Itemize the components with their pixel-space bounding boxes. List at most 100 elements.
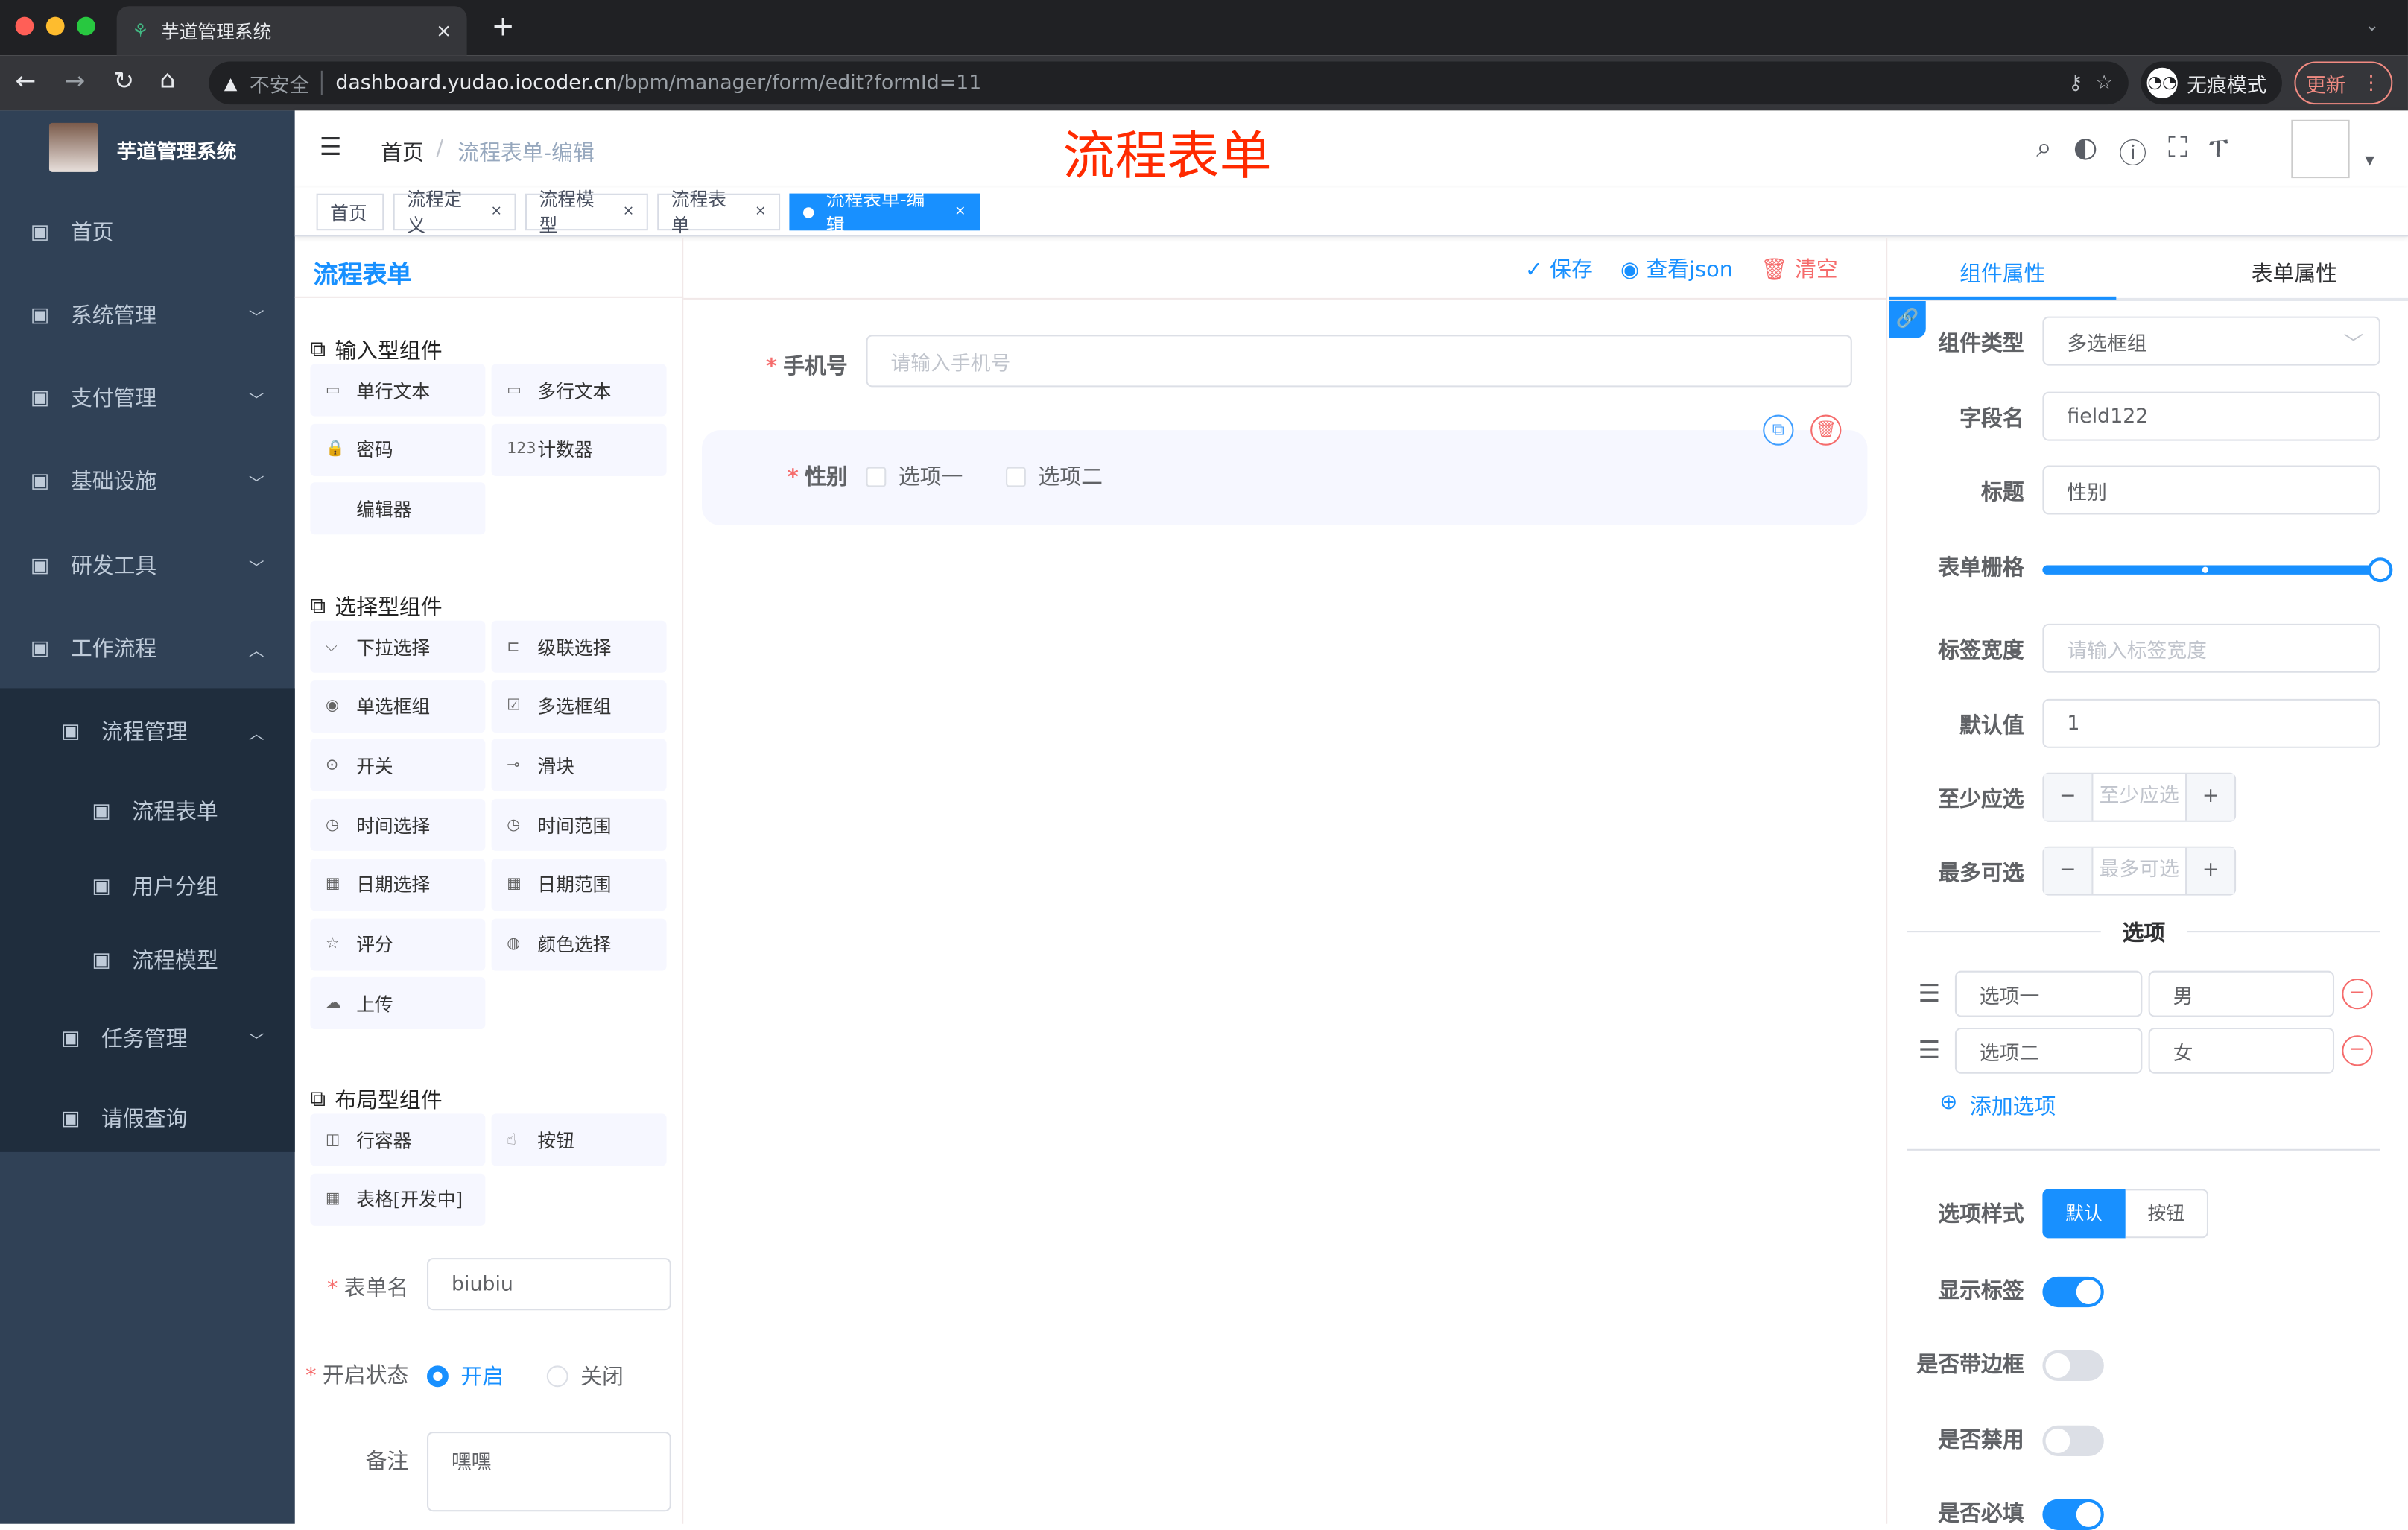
component-级联选择[interactable]: ⊏ 级联选择 — [491, 620, 667, 673]
component-多行文本[interactable]: ▭ 多行文本 — [491, 364, 667, 417]
address-bar[interactable]: ▲ 不安全 dashboard.yudao.iocoder.cn/bpm/man… — [209, 61, 2129, 105]
component-多选框组[interactable]: ☑ 多选框组 — [491, 680, 667, 733]
component-行容器[interactable]: ◫ 行容器 — [310, 1113, 486, 1166]
home-icon[interactable]: ⌂ — [159, 65, 175, 94]
max-stepper[interactable]: − 最多可选 + — [2042, 846, 2237, 896]
tag-3[interactable]: 流程表单 × — [657, 189, 781, 236]
component-颜色选择[interactable]: ◍ 颜色选择 — [491, 917, 667, 970]
sidebar-item-6[interactable]: ▣ 流程管理 ︿ — [0, 693, 295, 770]
status-radio-on[interactable]: 开启 — [427, 1361, 504, 1391]
option-checkbox-1[interactable]: 选项一 — [866, 461, 963, 491]
user-avatar[interactable] — [2291, 119, 2350, 179]
tab-component-props[interactable]: 组件属性 — [1959, 258, 2045, 288]
component-滑块[interactable]: ⊸ 滑块 — [491, 739, 667, 792]
slider-thumb[interactable] — [2368, 557, 2393, 583]
minus-icon[interactable]: − — [2044, 847, 2094, 894]
remove-option-icon[interactable]: − — [2342, 978, 2373, 1010]
sidebar-item-7[interactable]: ▣ 流程表单 — [0, 773, 295, 850]
update-button[interactable]: 更新 ⋮ — [2294, 61, 2393, 105]
search-icon[interactable]: ⌕ — [2036, 132, 2052, 172]
form-name-input[interactable]: biubiu — [427, 1258, 671, 1311]
incognito-badge[interactable]: ◔◔ 无痕模式 — [2141, 61, 2282, 105]
option-value-input[interactable]: 男 — [2148, 970, 2335, 1017]
remove-option-icon[interactable]: − — [2342, 1035, 2373, 1066]
maximize-window-button[interactable] — [77, 16, 95, 36]
close-icon[interactable]: × — [490, 204, 502, 220]
sidebar-item-0[interactable]: ▣ 首页 — [0, 194, 295, 271]
sidebar-item-5[interactable]: ▣ 工作流程 ︿ — [0, 610, 295, 686]
star-icon[interactable]: ☆ — [2095, 72, 2113, 95]
option-checkbox-2[interactable]: 选项二 — [1006, 461, 1103, 491]
style-default-button[interactable]: 默认 — [2042, 1189, 2126, 1239]
component-日期选择[interactable]: ▦ 日期选择 — [310, 858, 486, 911]
url[interactable]: dashboard.yudao.iocoder.cn/bpm/manager/f… — [335, 72, 981, 95]
option-value-input[interactable]: 女 — [2148, 1027, 2335, 1074]
tag-2[interactable]: 流程模型 × — [525, 189, 648, 236]
component-编辑器[interactable]: 编辑器 — [310, 483, 486, 536]
sidebar-item-2[interactable]: ▣ 支付管理 ﹀ — [0, 359, 295, 436]
style-button-button[interactable]: 按钮 — [2125, 1189, 2209, 1239]
component-密码[interactable]: 🔒 密码 — [310, 423, 486, 476]
component-时间范围[interactable]: ◷ 时间范围 — [491, 799, 667, 852]
browser-tab[interactable]: ⚘ 芋道管理系统 × — [116, 6, 467, 56]
sidebar-item-11[interactable]: ▣ 请假查询 — [0, 1080, 295, 1157]
close-icon[interactable]: × — [954, 204, 966, 220]
back-icon[interactable]: ← — [16, 66, 37, 95]
plus-icon[interactable]: + — [2185, 774, 2235, 821]
title-input[interactable]: 性别 — [2042, 465, 2380, 515]
component-单行文本[interactable]: ▭ 单行文本 — [310, 364, 486, 417]
hamburger-icon[interactable]: ☰ — [320, 132, 342, 161]
sidebar-item-4[interactable]: ▣ 研发工具 ﹀ — [0, 527, 295, 604]
phone-input[interactable]: 请输入手机号 — [866, 335, 1852, 388]
sidebar-item-8[interactable]: ▣ 用户分组 — [0, 848, 295, 925]
field-input[interactable]: field122 — [2042, 391, 2380, 441]
close-icon[interactable]: × — [755, 204, 767, 220]
remark-textarea[interactable]: 嘿嘿 — [427, 1432, 671, 1512]
sidebar-item-1[interactable]: ▣ 系统管理 ﹀ — [0, 276, 295, 353]
view-json-button[interactable]: ◉ 查看json — [1620, 253, 1733, 284]
option-label-input[interactable]: 选项二 — [1954, 1027, 2143, 1074]
option-label-input[interactable]: 选项一 — [1954, 970, 2143, 1017]
type-select[interactable]: 多选框组 ﹀ — [2042, 316, 2380, 366]
new-tab-button[interactable]: + — [492, 10, 515, 42]
required-switch[interactable] — [2042, 1499, 2104, 1530]
sidebar-item-3[interactable]: ▣ 基础设施 ﹀ — [0, 443, 295, 519]
component-下拉选择[interactable]: ⌵ 下拉选择 — [310, 620, 486, 673]
component-评分[interactable]: ☆ 评分 — [310, 917, 486, 970]
drag-handle-icon[interactable]: ☰ — [1918, 979, 1940, 1008]
tag-1[interactable]: 流程定义 × — [393, 189, 516, 236]
component-开关[interactable]: ⊙ 开关 — [310, 739, 486, 792]
fullscreen-icon[interactable]: ⛶ — [2168, 132, 2187, 172]
plus-icon[interactable]: + — [2185, 847, 2235, 894]
disabled-switch[interactable] — [2042, 1425, 2104, 1457]
sidebar-item-9[interactable]: ▣ 流程模型 — [0, 922, 295, 999]
github-icon[interactable]: ◐ — [2073, 132, 2097, 172]
grid-slider[interactable] — [2042, 557, 2393, 583]
component-按钮[interactable]: ☝ 按钮 — [491, 1113, 667, 1166]
label-width-input[interactable]: 请输入标签宽度 — [2042, 623, 2380, 673]
reload-icon[interactable]: ↻ — [114, 66, 135, 95]
component-时间选择[interactable]: ◷ 时间选择 — [310, 799, 486, 852]
drag-handle-icon[interactable]: ☰ — [1918, 1035, 1940, 1064]
component-计数器[interactable]: 123 计数器 — [491, 423, 667, 476]
caret-down-icon[interactable]: ▼ — [2365, 154, 2374, 168]
tab-search-chevron-icon[interactable]: ⌄ — [2365, 16, 2379, 36]
help-icon[interactable]: ⓘ — [2119, 132, 2146, 172]
border-switch[interactable] — [2042, 1350, 2104, 1382]
show-label-switch[interactable] — [2042, 1276, 2104, 1308]
component-日期范围[interactable]: ▦ 日期范围 — [491, 858, 667, 911]
status-radio-off[interactable]: 关闭 — [546, 1361, 624, 1391]
forward-icon[interactable]: → — [65, 66, 86, 95]
minus-icon[interactable]: − — [2044, 774, 2094, 821]
sidebar-item-10[interactable]: ▣ 任务管理 ﹀ — [0, 1000, 295, 1077]
component-上传[interactable]: ☁ 上传 — [310, 977, 486, 1030]
default-input[interactable]: 1 — [2042, 698, 2380, 748]
minimize-window-button[interactable] — [45, 16, 65, 36]
key-icon[interactable]: ⚷ — [2068, 72, 2083, 95]
close-icon[interactable]: × — [623, 204, 635, 220]
copy-icon[interactable]: ⧉ — [1763, 414, 1794, 446]
tab-close-icon[interactable]: × — [436, 20, 452, 42]
clear-button[interactable]: 🗑 清空 — [1761, 253, 1838, 284]
tab-form-props[interactable]: 表单属性 — [2252, 258, 2337, 288]
breadcrumb-home[interactable]: 首页 — [381, 136, 424, 167]
